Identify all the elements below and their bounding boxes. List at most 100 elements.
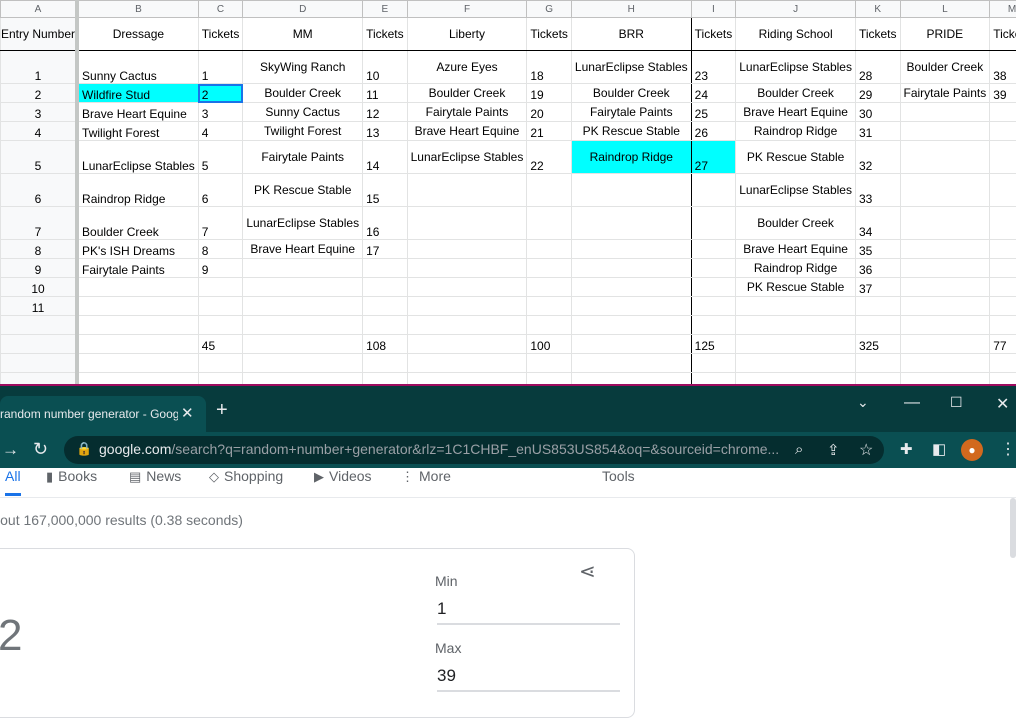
row-number-cell[interactable]: 4: [1, 122, 78, 141]
grid-cell[interactable]: LunarEclipse Stables: [407, 141, 527, 174]
grid-cell[interactable]: Boulder Creek: [243, 84, 363, 103]
grid-cell[interactable]: [990, 316, 1016, 335]
grid-cell[interactable]: [736, 316, 856, 335]
grid-cell[interactable]: [527, 259, 572, 278]
side-panel-icon[interactable]: ◧: [932, 440, 946, 458]
grid-cell[interactable]: Boulder Creek: [736, 207, 856, 240]
address-bar[interactable]: 🔒 google.com/search?q=random+number+gene…: [64, 436, 884, 464]
grid-cell[interactable]: [691, 207, 736, 240]
grid-cell[interactable]: [243, 278, 363, 297]
grid-cell[interactable]: [77, 373, 198, 385]
grid-cell[interactable]: 11: [363, 84, 408, 103]
entry-number-header[interactable]: Entry Number: [1, 18, 78, 51]
row-number-cell[interactable]: 8: [1, 240, 78, 259]
grid-cell[interactable]: 29: [855, 84, 900, 103]
grid-cell[interactable]: [407, 259, 527, 278]
grid-cell[interactable]: [990, 354, 1016, 373]
grid-cell[interactable]: [243, 373, 363, 385]
grid-cell[interactable]: 6: [198, 174, 243, 207]
grid-cell[interactable]: [855, 373, 900, 385]
grid-cell[interactable]: 5: [198, 141, 243, 174]
grid-cell[interactable]: 35: [855, 240, 900, 259]
column-header-b[interactable]: B: [77, 1, 198, 18]
grid-cell[interactable]: [407, 278, 527, 297]
grid-cell[interactable]: LunarEclipse Stables: [77, 141, 198, 174]
row-number-cell[interactable]: 5: [1, 141, 78, 174]
grid-cell[interactable]: Brave Heart Equine: [77, 103, 198, 122]
row-number-cell[interactable]: [1, 335, 78, 354]
grid-cell[interactable]: [407, 316, 527, 335]
grid-cell[interactable]: 28: [855, 51, 900, 84]
column-header-j[interactable]: J: [736, 1, 856, 18]
column-header-a[interactable]: A: [1, 1, 78, 18]
grid-cell[interactable]: [243, 259, 363, 278]
grid-cell[interactable]: 9: [198, 259, 243, 278]
grid-cell[interactable]: Azure Eyes: [407, 51, 527, 84]
grid-cell[interactable]: [363, 373, 408, 385]
header-cell[interactable]: Tickets: [691, 18, 736, 51]
column-header-e[interactable]: E: [363, 1, 408, 18]
grid-cell[interactable]: 36: [855, 259, 900, 278]
grid-cell[interactable]: [407, 354, 527, 373]
grid-cell[interactable]: [900, 373, 990, 385]
grid-cell[interactable]: [691, 354, 736, 373]
grid-cell[interactable]: 4: [198, 122, 243, 141]
header-cell[interactable]: PRIDE: [900, 18, 990, 51]
grid-cell[interactable]: [900, 103, 990, 122]
grid-cell[interactable]: 100: [527, 335, 572, 354]
grid-cell[interactable]: [691, 174, 736, 207]
grid-cell[interactable]: PK Rescue Stable: [243, 174, 363, 207]
grid-cell[interactable]: [243, 316, 363, 335]
column-header-l[interactable]: L: [900, 1, 990, 18]
grid-cell[interactable]: [691, 316, 736, 335]
grid-cell[interactable]: PK Rescue Stable: [571, 122, 691, 141]
new-tab-icon[interactable]: +: [216, 400, 228, 420]
grid-cell[interactable]: [990, 141, 1016, 174]
grid-cell[interactable]: [900, 240, 990, 259]
grid-cell[interactable]: 18: [527, 51, 572, 84]
grid-cell[interactable]: [527, 297, 572, 316]
grid-cell[interactable]: [571, 297, 691, 316]
grid-cell[interactable]: [77, 278, 198, 297]
grid-cell[interactable]: 13: [363, 122, 408, 141]
grid-cell[interactable]: Fairytale Paints: [571, 103, 691, 122]
grid-cell[interactable]: [198, 354, 243, 373]
grid-cell[interactable]: [571, 174, 691, 207]
grid-cell[interactable]: 45: [198, 335, 243, 354]
search-tab-more[interactable]: ⋮More: [401, 468, 451, 485]
maximize-icon[interactable]: ☐: [950, 394, 963, 411]
row-number-cell[interactable]: 2: [1, 84, 78, 103]
grid-cell[interactable]: [77, 335, 198, 354]
min-input[interactable]: 1: [437, 599, 620, 625]
grid-cell[interactable]: 27: [691, 141, 736, 174]
grid-cell[interactable]: 34: [855, 207, 900, 240]
grid-cell[interactable]: [527, 207, 572, 240]
grid-cell[interactable]: [736, 297, 856, 316]
row-number-cell[interactable]: [1, 316, 78, 335]
grid-cell[interactable]: [363, 259, 408, 278]
grid-cell[interactable]: [198, 373, 243, 385]
grid-cell[interactable]: [77, 354, 198, 373]
grid-cell[interactable]: [527, 373, 572, 385]
grid-cell[interactable]: [407, 297, 527, 316]
grid-cell[interactable]: [407, 207, 527, 240]
grid-cell[interactable]: [691, 278, 736, 297]
grid-cell[interactable]: [990, 207, 1016, 240]
column-header-k[interactable]: K: [855, 1, 900, 18]
grid-cell[interactable]: 14: [363, 141, 408, 174]
grid-cell[interactable]: [900, 335, 990, 354]
grid-cell[interactable]: 39: [990, 84, 1016, 103]
grid-cell[interactable]: Fairytale Paints: [243, 141, 363, 174]
grid-cell[interactable]: [527, 278, 572, 297]
share-page-icon[interactable]: ⇪: [827, 441, 840, 459]
grid-cell[interactable]: Raindrop Ridge: [77, 174, 198, 207]
grid-cell[interactable]: 12: [363, 103, 408, 122]
profile-avatar[interactable]: ●: [961, 439, 983, 461]
header-cell[interactable]: Dressage: [77, 18, 198, 51]
grid-cell[interactable]: SkyWing Ranch: [243, 51, 363, 84]
grid-cell[interactable]: [243, 354, 363, 373]
grid-cell[interactable]: [407, 335, 527, 354]
grid-cell[interactable]: [243, 335, 363, 354]
header-cell[interactable]: Tickets: [990, 18, 1016, 51]
search-tab-news[interactable]: ▤News: [129, 468, 181, 485]
